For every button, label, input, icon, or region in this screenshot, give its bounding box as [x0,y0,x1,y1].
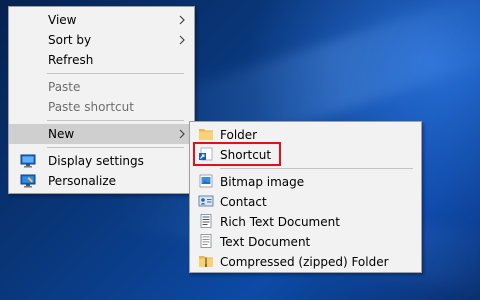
shortcut-icon [199,147,213,161]
chevron-right-icon [179,35,185,45]
folder-icon [199,129,213,140]
menu-item-label: Sort by [48,33,92,47]
menu-item-label: Paste [48,80,81,94]
menu-item-label: Contact [220,195,267,209]
submenu-item-shortcut[interactable]: Shortcut [190,145,421,165]
submenu-item-contact[interactable]: Contact [190,192,421,212]
menu-separator [220,168,413,169]
menu-item-label: Paste shortcut [48,100,134,114]
chevron-right-icon [179,129,185,139]
submenu-item-text-document[interactable]: Text Document [190,232,421,252]
chevron-right-icon [179,15,185,25]
menu-item-label: Display settings [48,154,144,168]
menu-separator [47,147,184,148]
rich-text-document-icon [200,214,212,228]
menu-item-display-settings[interactable]: Display settings [9,151,194,171]
zip-folder-icon [199,256,213,267]
desktop-context-menu: View Sort by Refresh Paste Paste shortcu… [8,6,195,194]
menu-item-refresh[interactable]: Refresh [9,50,194,70]
menu-separator [47,120,184,121]
menu-item-new[interactable]: New [9,124,194,144]
menu-item-personalize[interactable]: Personalize [9,171,194,191]
menu-item-label: Folder [220,128,258,142]
menu-item-label: View [48,13,77,27]
new-submenu: Folder Shortcut Bitmap image Contact Ric… [189,121,422,273]
menu-item-sort-by[interactable]: Sort by [9,30,194,50]
menu-item-label: Personalize [48,174,117,188]
menu-item-label: Shortcut [220,148,272,162]
menu-item-paste[interactable]: Paste [9,77,194,97]
submenu-item-bitmap-image[interactable]: Bitmap image [190,172,421,192]
menu-item-label: Rich Text Document [220,215,340,229]
submenu-item-folder[interactable]: Folder [190,125,421,145]
display-settings-icon [20,154,36,168]
contact-icon [198,195,214,207]
personalize-icon [20,174,36,188]
menu-separator [47,73,184,74]
menu-item-view[interactable]: View [9,10,194,30]
menu-item-label: Compressed (zipped) Folder [220,255,389,269]
bitmap-image-icon [199,174,213,188]
text-document-icon [200,234,212,248]
menu-item-paste-shortcut[interactable]: Paste shortcut [9,97,194,117]
menu-item-label: New [48,127,75,141]
menu-item-label: Refresh [48,53,94,67]
desktop-background[interactable]: View Sort by Refresh Paste Paste shortcu… [0,0,480,300]
submenu-item-compressed-folder[interactable]: Compressed (zipped) Folder [190,252,421,272]
menu-item-label: Text Document [220,235,311,249]
submenu-item-rich-text-document[interactable]: Rich Text Document [190,212,421,232]
menu-item-label: Bitmap image [220,175,305,189]
